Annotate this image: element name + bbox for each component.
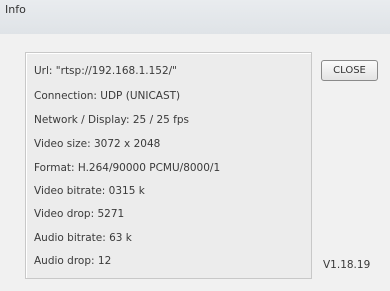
audio-bitrate-label: Audio bitrate: 63 k — [34, 232, 132, 244]
window-title: Info — [5, 3, 26, 16]
close-button[interactable]: CLOSE — [321, 60, 378, 81]
title-bar[interactable]: Info — [0, 0, 390, 35]
version-label: V1.18.19 — [323, 259, 371, 271]
audio-drop-label: Audio drop: 12 — [34, 255, 112, 267]
connection-label: Connection: UDP (UNICAST) — [34, 90, 181, 102]
network-display-label: Network / Display: 25 / 25 fps — [34, 114, 189, 126]
video-bitrate-label: Video bitrate: 0315 k — [34, 185, 145, 197]
video-size-label: Video size: 3072 x 2048 — [34, 138, 161, 150]
format-label: Format: H.264/90000 PCMU/8000/1 — [34, 162, 221, 174]
url-label: Url: "rtsp://192.168.1.152/" — [34, 65, 177, 77]
video-drop-label: Video drop: 5271 — [34, 208, 125, 220]
